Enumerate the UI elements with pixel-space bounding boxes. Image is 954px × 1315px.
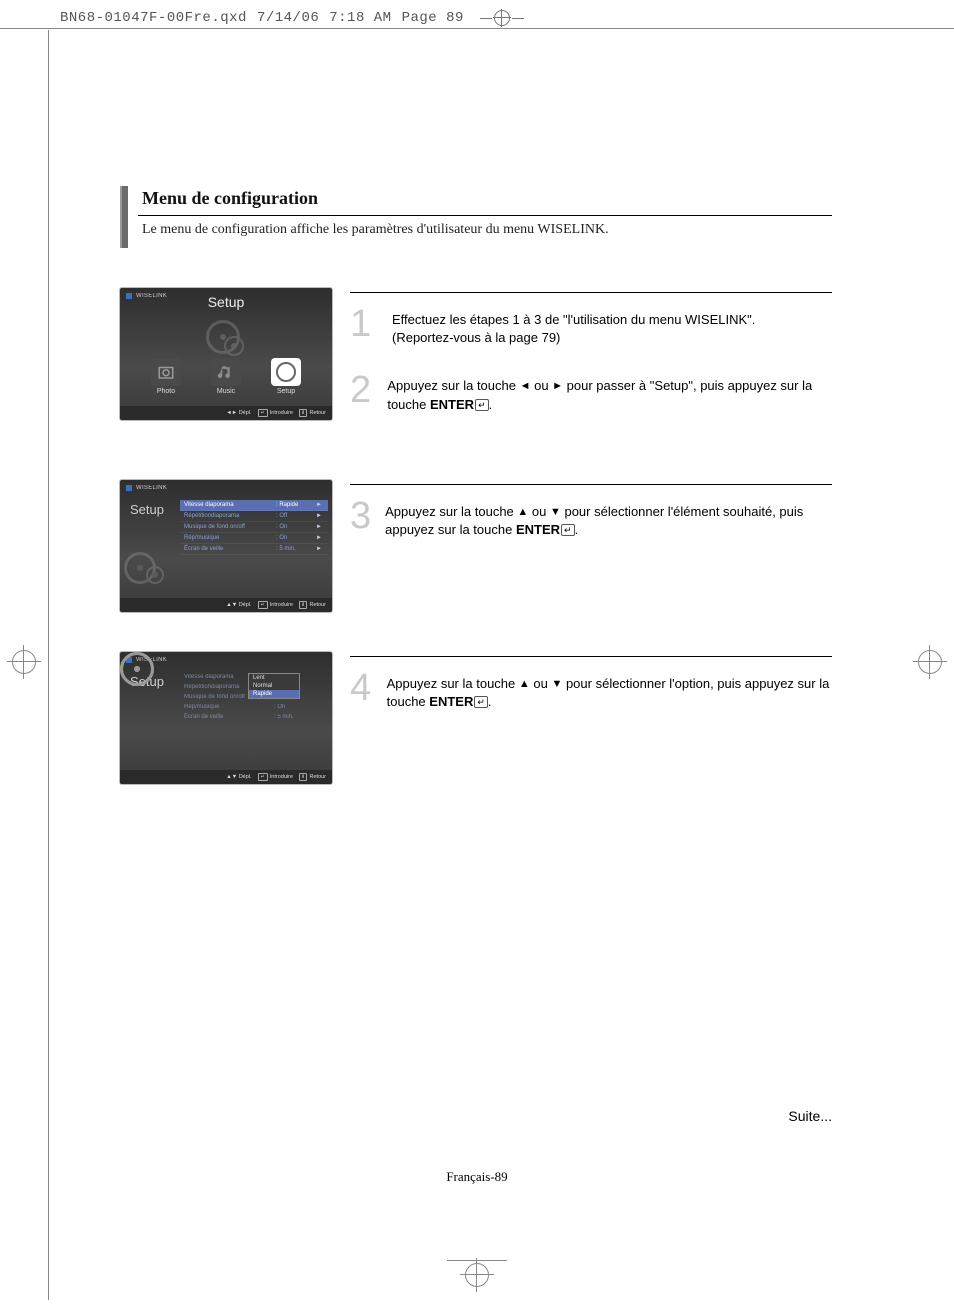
screenshot-setup-dropdown: WISELINK Setup Vitesse diaporama: LentRé… (120, 652, 332, 784)
right-arrow-icon: ► (552, 380, 563, 392)
left-arrow-icon: ◄ (520, 380, 531, 392)
nav-icon-setup-selected: Setup (263, 358, 309, 402)
section-header: Menu de configuration Le menu de configu… (120, 186, 832, 248)
gear-background-icon (206, 320, 246, 360)
dropdown-option: Normal (249, 682, 299, 690)
enter-label: ENTER (429, 694, 473, 709)
down-arrow-icon: ▼ (550, 506, 561, 518)
slug-time: 7:18 AM (329, 10, 391, 26)
registration-mark-right-icon (900, 650, 954, 674)
setup-row: Musique de fond on/off: On► (180, 522, 328, 533)
step-3-text-b: ou (528, 504, 550, 519)
osd-footer: ◄► Dépl. ↵ Introduire Ⅱ Retour (120, 406, 332, 420)
nav-icon-photo: Photo (143, 358, 189, 402)
screen-title: Setup (120, 294, 332, 310)
screenshot-setup-list: WISELINK Setup Vitesse diaporama: Rapide… (120, 480, 332, 612)
slug-filename: BN68-01047F-00Fre.qxd (60, 10, 247, 26)
continuation-label: Suite... (788, 1108, 832, 1124)
section-title: Menu de configuration (142, 188, 832, 209)
up-arrow-icon: ▲ (519, 678, 530, 690)
setup-row: Rép/musique: On (180, 702, 328, 712)
slug-page: Page 89 (402, 10, 464, 26)
osd-footer: ▲▼ Dépl. ↵ Introduire Ⅱ Retour (120, 770, 332, 784)
setup-row: Écran de veille: 5 min.► (180, 544, 328, 555)
step-3: 3 Appuyez sur la touche ▲ ou ▼ pour séle… (350, 499, 832, 539)
step-3-text-a: Appuyez sur la touche (385, 504, 517, 519)
down-arrow-icon: ▼ (551, 678, 562, 690)
step-number: 2 (350, 373, 373, 407)
enter-label: ENTER (516, 522, 560, 537)
step-2-text-d: . (489, 397, 493, 412)
slug-date: 7/14/06 (257, 10, 319, 26)
step-4: 4 Appuyez sur la touche ▲ ou ▼ pour séle… (350, 671, 832, 711)
enter-icon: ↵ (561, 524, 575, 536)
setup-row: Vitesse diaporama: Rapide► (180, 500, 328, 511)
step-4-text-d: . (488, 694, 492, 709)
step-number: 3 (350, 499, 371, 533)
screenshot-setup-icons: WISELINK Setup Photo Music (120, 288, 332, 420)
osd-footer: ▲▼ Dépl. ↵ Introduire Ⅱ Retour (120, 598, 332, 612)
section-subtitle: Le menu de configuration affiche les par… (142, 222, 832, 238)
print-slug: BN68-01047F-00Fre.qxd 7/14/06 7:18 AM Pa… (60, 10, 524, 26)
step-1: 1 Effectuez les étapes 1 à 3 de "l'utili… (350, 307, 832, 347)
enter-label: ENTER (430, 397, 474, 412)
gear-icon (276, 362, 296, 382)
page-number: Français-89 (0, 1169, 954, 1185)
dropdown-option: Rapide (249, 690, 299, 698)
setup-row: Rép/musique: On► (180, 533, 328, 544)
step-2-text-a: Appuyez sur la touche (387, 378, 519, 393)
step-4-text-a: Appuyez sur la touche (387, 676, 519, 691)
registration-mark-left-icon (0, 650, 54, 674)
enter-icon: ↵ (474, 696, 488, 708)
nav-icon-music: Music (203, 358, 249, 402)
step-1-text-b: (Reportez-vous à la page 79) (392, 330, 560, 345)
step-1-text-a: Effectuez les étapes 1 à 3 de "l'utilisa… (392, 312, 755, 327)
enter-icon: ↵ (475, 399, 489, 411)
up-arrow-icon: ▲ (517, 506, 528, 518)
registration-mark-bottom-icon (447, 1260, 507, 1287)
setup-row: Répétitiondiaporama: Off► (180, 511, 328, 522)
step-number: 4 (350, 671, 373, 705)
step-2-text-b: ou (530, 378, 552, 393)
step-4-text-b: ou (530, 676, 552, 691)
setup-row: Écran de veille: 5 min. (180, 712, 328, 722)
dropdown-options: LentNormalRapide (248, 673, 300, 699)
screen-sidebar-title: Setup (130, 502, 164, 517)
step-2: 2 Appuyez sur la touche ◄ ou ► pour pass… (350, 373, 832, 413)
step-number: 1 (350, 307, 378, 341)
wiselink-logo: WISELINK (126, 485, 167, 491)
registration-mark-icon (480, 10, 524, 26)
dropdown-option: Lent (249, 674, 299, 682)
step-3-text-d: . (575, 522, 579, 537)
trim-line-top (0, 28, 954, 29)
section-accent-bar (120, 186, 128, 248)
